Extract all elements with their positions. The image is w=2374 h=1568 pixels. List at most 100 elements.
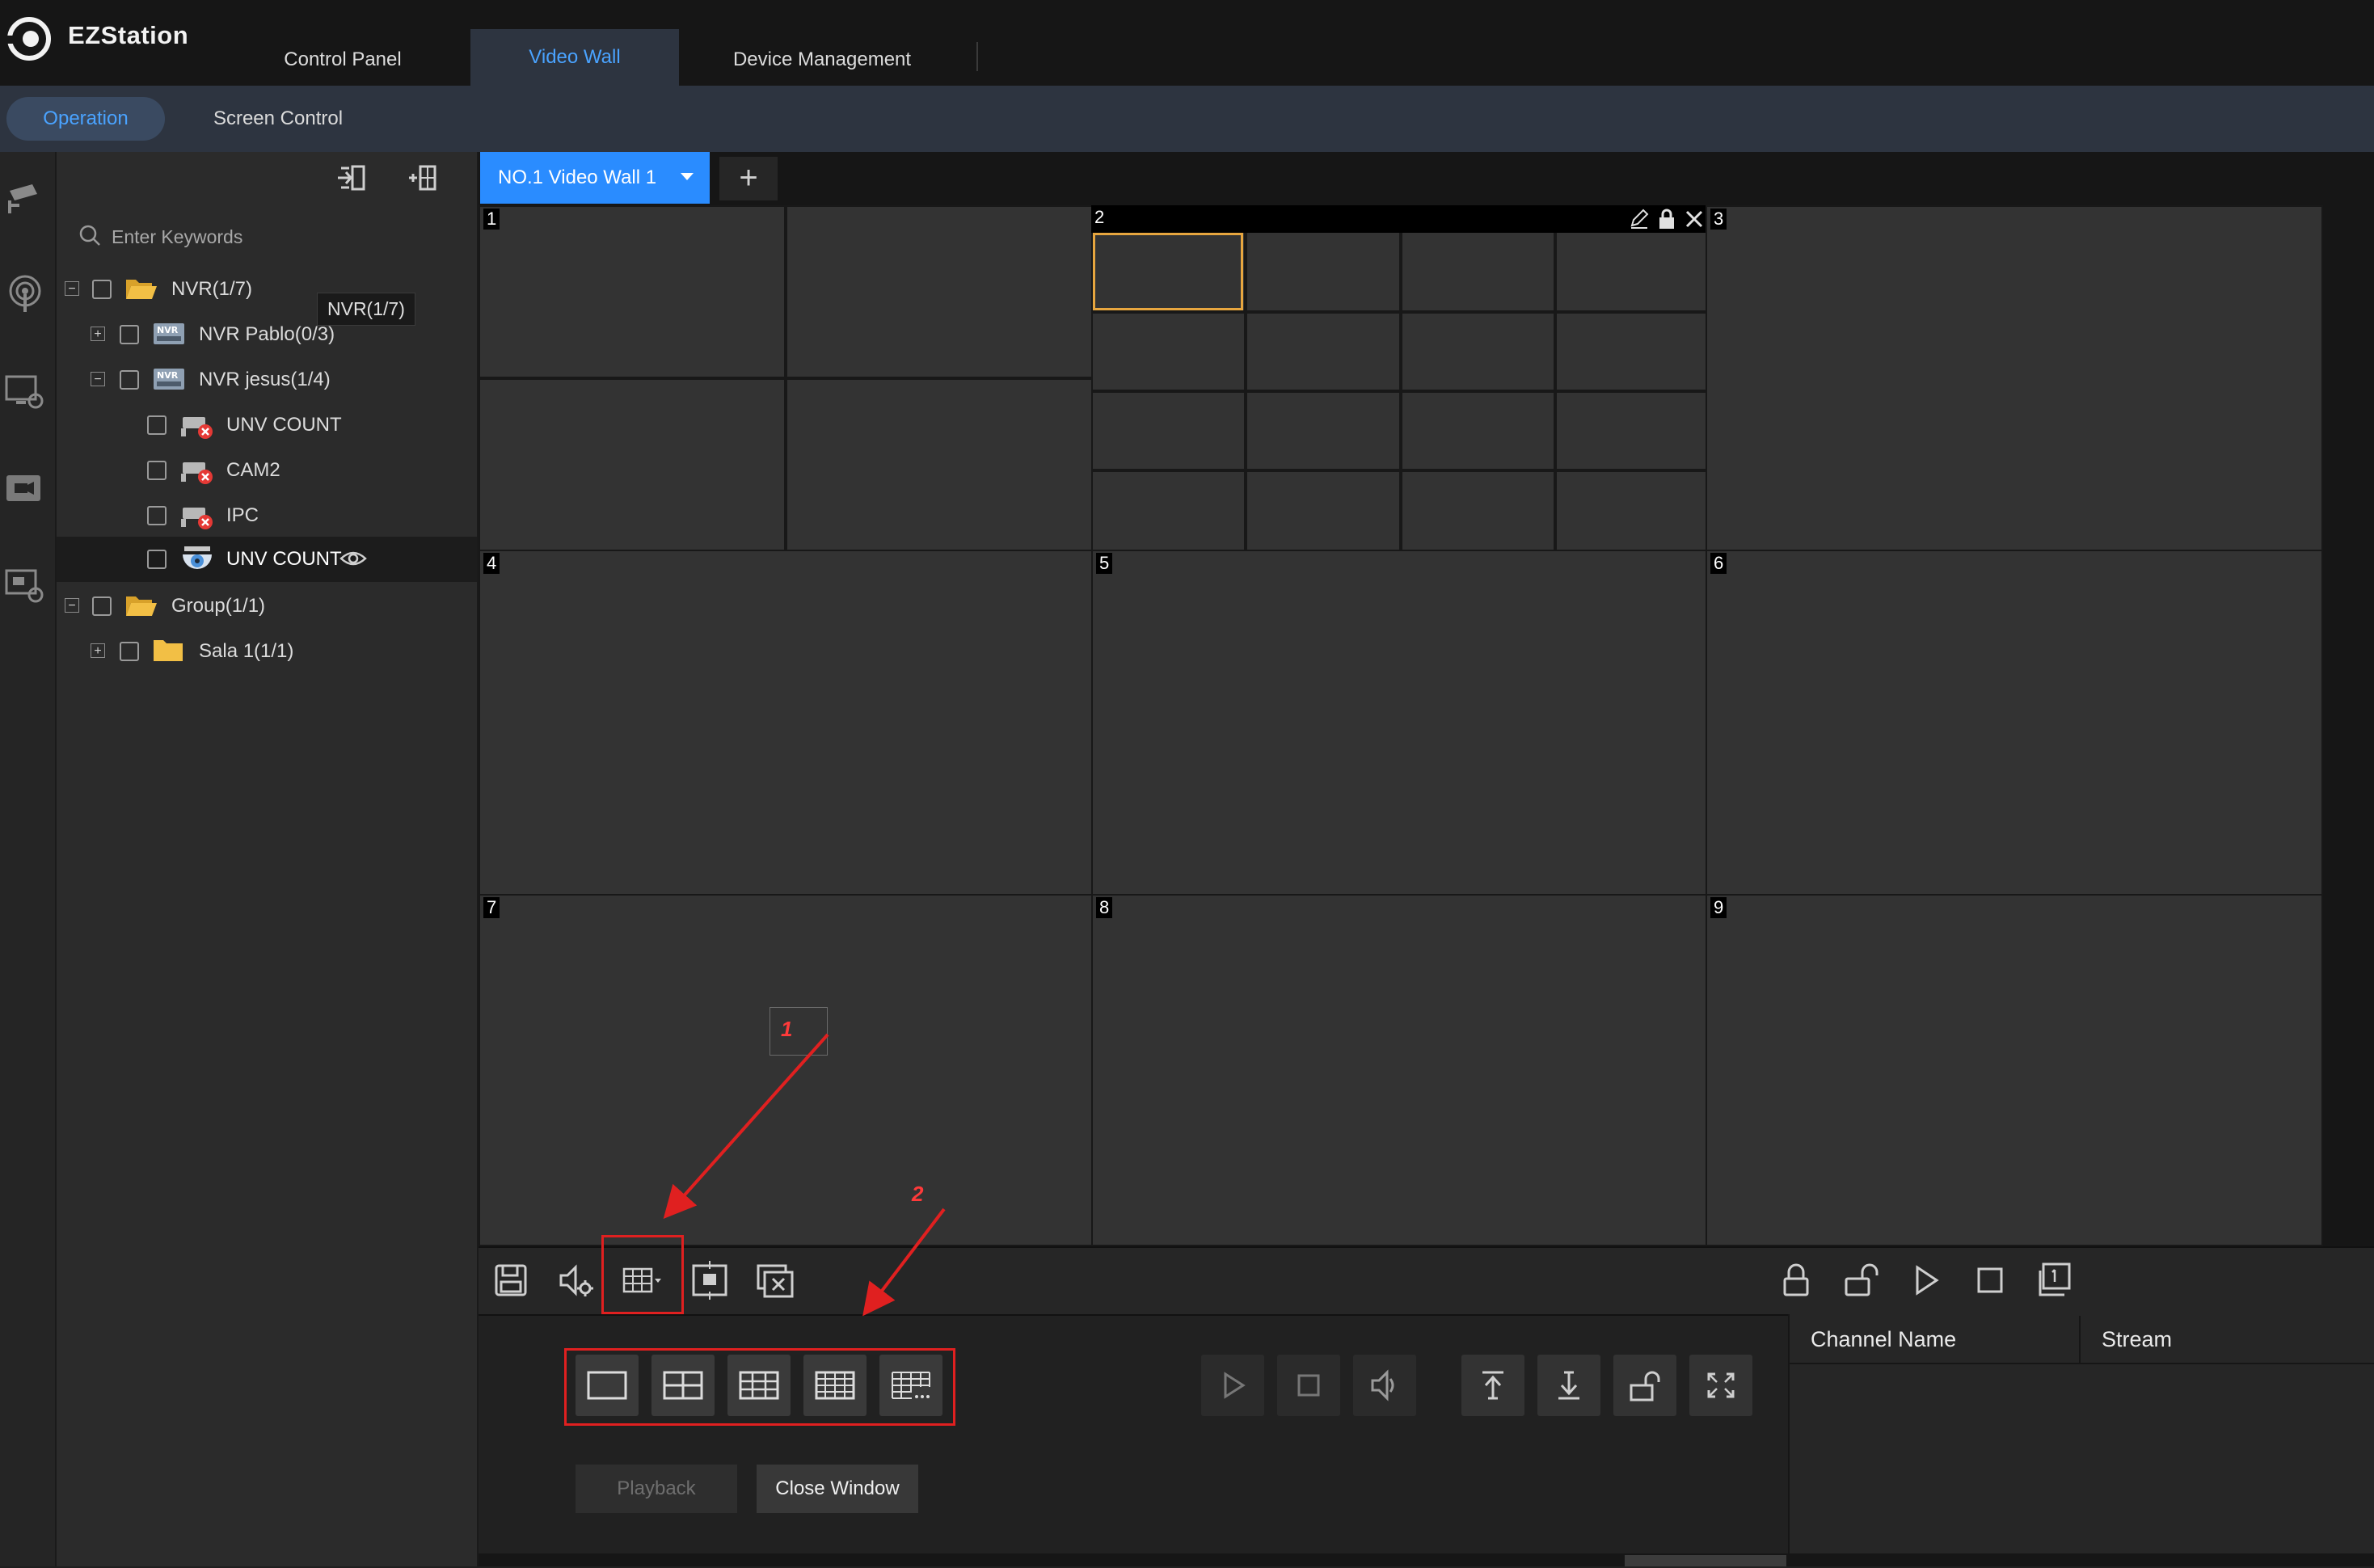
expand-toggle[interactable]: + — [91, 643, 105, 658]
chevron-down-icon[interactable] — [681, 173, 694, 180]
collapse-toggle[interactable]: − — [65, 598, 79, 613]
tree-node-nvr-jesus[interactable]: − NVR NVR jesus(1/4) — [57, 357, 477, 403]
tree-node-camera[interactable]: CAM2 — [57, 448, 477, 493]
screen-window[interactable] — [1093, 314, 1244, 390]
unlock-icon[interactable] — [1613, 1355, 1676, 1416]
wall-screen[interactable]: 4 — [480, 551, 1091, 894]
scene-icon[interactable] — [2032, 1258, 2077, 1303]
tab-device-management[interactable]: Device Management — [703, 0, 941, 86]
audio-settings-icon[interactable] — [553, 1258, 598, 1303]
expand-toggle[interactable]: + — [91, 327, 105, 341]
screen-window[interactable] — [1247, 472, 1399, 550]
play-icon[interactable] — [1903, 1258, 1948, 1303]
tree-node-label: IPC — [226, 504, 259, 526]
screen-number: 3 — [1710, 209, 1727, 230]
tree-checkbox[interactable] — [147, 415, 167, 435]
close-icon[interactable] — [1683, 207, 1706, 231]
scrollbar-thumb[interactable] — [1625, 1555, 1786, 1566]
subtab-operation[interactable]: Operation — [6, 97, 165, 141]
column-header-stream[interactable]: Stream — [2081, 1316, 2374, 1364]
tree-node-camera[interactable]: IPC — [57, 493, 477, 538]
wall-screen[interactable]: 9 — [1707, 896, 2321, 1245]
wall-screen[interactable]: 3 — [1707, 207, 2321, 550]
wall-screen[interactable]: 6 — [1707, 551, 2321, 894]
screen-window[interactable] — [1402, 393, 1554, 469]
tree-checkbox[interactable] — [92, 596, 112, 616]
tab-control-panel[interactable]: Control Panel — [241, 0, 445, 86]
eye-icon[interactable] — [339, 548, 367, 569]
screen-window[interactable] — [1093, 472, 1244, 550]
screen-window[interactable] — [1557, 233, 1706, 310]
video-wall-tab-label: NO.1 Video Wall 1 — [498, 166, 657, 188]
ezstation-logo-icon — [6, 16, 52, 61]
screen-window[interactable] — [1402, 314, 1554, 390]
tree-checkbox[interactable] — [120, 642, 139, 661]
wall-screen[interactable]: 5 — [1093, 551, 1706, 894]
tab-label: Control Panel — [284, 48, 402, 70]
wall-side-strip — [2323, 205, 2374, 1246]
screen-window[interactable] — [787, 207, 1091, 377]
lock-icon[interactable] — [1655, 207, 1678, 231]
collapse-toggle[interactable]: − — [65, 281, 79, 296]
screen-window[interactable] — [1247, 393, 1399, 469]
folder-open-icon — [124, 592, 157, 619]
screen-window[interactable] — [1247, 233, 1399, 310]
import-icon[interactable] — [335, 162, 369, 194]
signal-icon[interactable] — [3, 272, 47, 315]
fit-window-icon[interactable] — [687, 1258, 732, 1303]
selected-window[interactable] — [1093, 233, 1243, 310]
tab-video-wall[interactable]: Video Wall — [470, 29, 679, 86]
tree-checkbox[interactable] — [92, 280, 112, 299]
video-icon[interactable] — [3, 467, 47, 511]
wall-screen[interactable]: 1 — [480, 207, 1091, 550]
tree-node-group[interactable]: − Group(1/1) — [57, 584, 477, 629]
send-to-back-icon[interactable] — [1537, 1355, 1600, 1416]
screen-window[interactable] — [1557, 393, 1706, 469]
audio-icon[interactable] — [1353, 1355, 1416, 1416]
edit-icon[interactable] — [1628, 207, 1651, 231]
screen-window[interactable] — [480, 207, 784, 377]
screen-window[interactable] — [1557, 472, 1706, 550]
subtab-screen-control[interactable]: Screen Control — [199, 97, 357, 141]
fullscreen-icon[interactable] — [1689, 1355, 1752, 1416]
screen-window[interactable] — [1402, 472, 1554, 550]
screen-window[interactable] — [1402, 233, 1554, 310]
wall-screen[interactable]: 7 — [480, 896, 1091, 1245]
video-wall-grid: 1 3 4 5 6 7 8 9 — [479, 205, 2374, 1246]
lock-icon[interactable] — [1773, 1258, 1819, 1303]
play-icon[interactable] — [1201, 1355, 1264, 1416]
tree-checkbox[interactable] — [147, 461, 167, 480]
camera-icon[interactable] — [3, 176, 47, 220]
screen-window[interactable] — [1557, 314, 1706, 390]
screen-window[interactable] — [480, 380, 784, 550]
screen-window[interactable] — [1093, 393, 1244, 469]
wall-screen[interactable]: 8 — [1093, 896, 1706, 1245]
stop-icon[interactable] — [1967, 1258, 2013, 1303]
playback-button[interactable]: Playback — [576, 1465, 737, 1513]
tree-checkbox[interactable] — [147, 506, 167, 525]
tree-node-label: NVR Pablo(0/3) — [199, 323, 335, 345]
search-input[interactable] — [110, 220, 453, 254]
close-all-windows-icon[interactable] — [752, 1258, 797, 1303]
add-video-wall-button[interactable]: + — [719, 157, 778, 200]
tree-checkbox[interactable] — [120, 325, 139, 344]
tree-node-sala[interactable]: + Sala 1(1/1) — [57, 629, 477, 674]
screen-window[interactable] — [1247, 314, 1399, 390]
tree-node-camera[interactable]: UNV COUNT — [57, 403, 477, 448]
camera-offline-icon — [179, 411, 215, 440]
collapse-toggle[interactable]: − — [91, 372, 105, 386]
layout-add-icon[interactable] — [406, 162, 440, 194]
unlock-icon[interactable] — [1838, 1258, 1883, 1303]
bring-to-front-icon[interactable] — [1461, 1355, 1524, 1416]
monitor-camera-icon[interactable] — [3, 564, 47, 608]
tree-checkbox[interactable] — [120, 370, 139, 390]
tree-node-camera-selected[interactable]: UNV COUNT — [57, 537, 477, 582]
close-window-button[interactable]: Close Window — [757, 1465, 918, 1513]
column-header-channel-name[interactable]: Channel Name — [1790, 1316, 2081, 1364]
screen-window[interactable] — [787, 380, 1091, 550]
save-icon[interactable] — [488, 1258, 533, 1303]
horizontal-scrollbar[interactable] — [479, 1553, 2374, 1566]
monitor-refresh-icon[interactable] — [3, 370, 47, 414]
tree-checkbox[interactable] — [147, 550, 167, 569]
stop-icon[interactable] — [1277, 1355, 1340, 1416]
